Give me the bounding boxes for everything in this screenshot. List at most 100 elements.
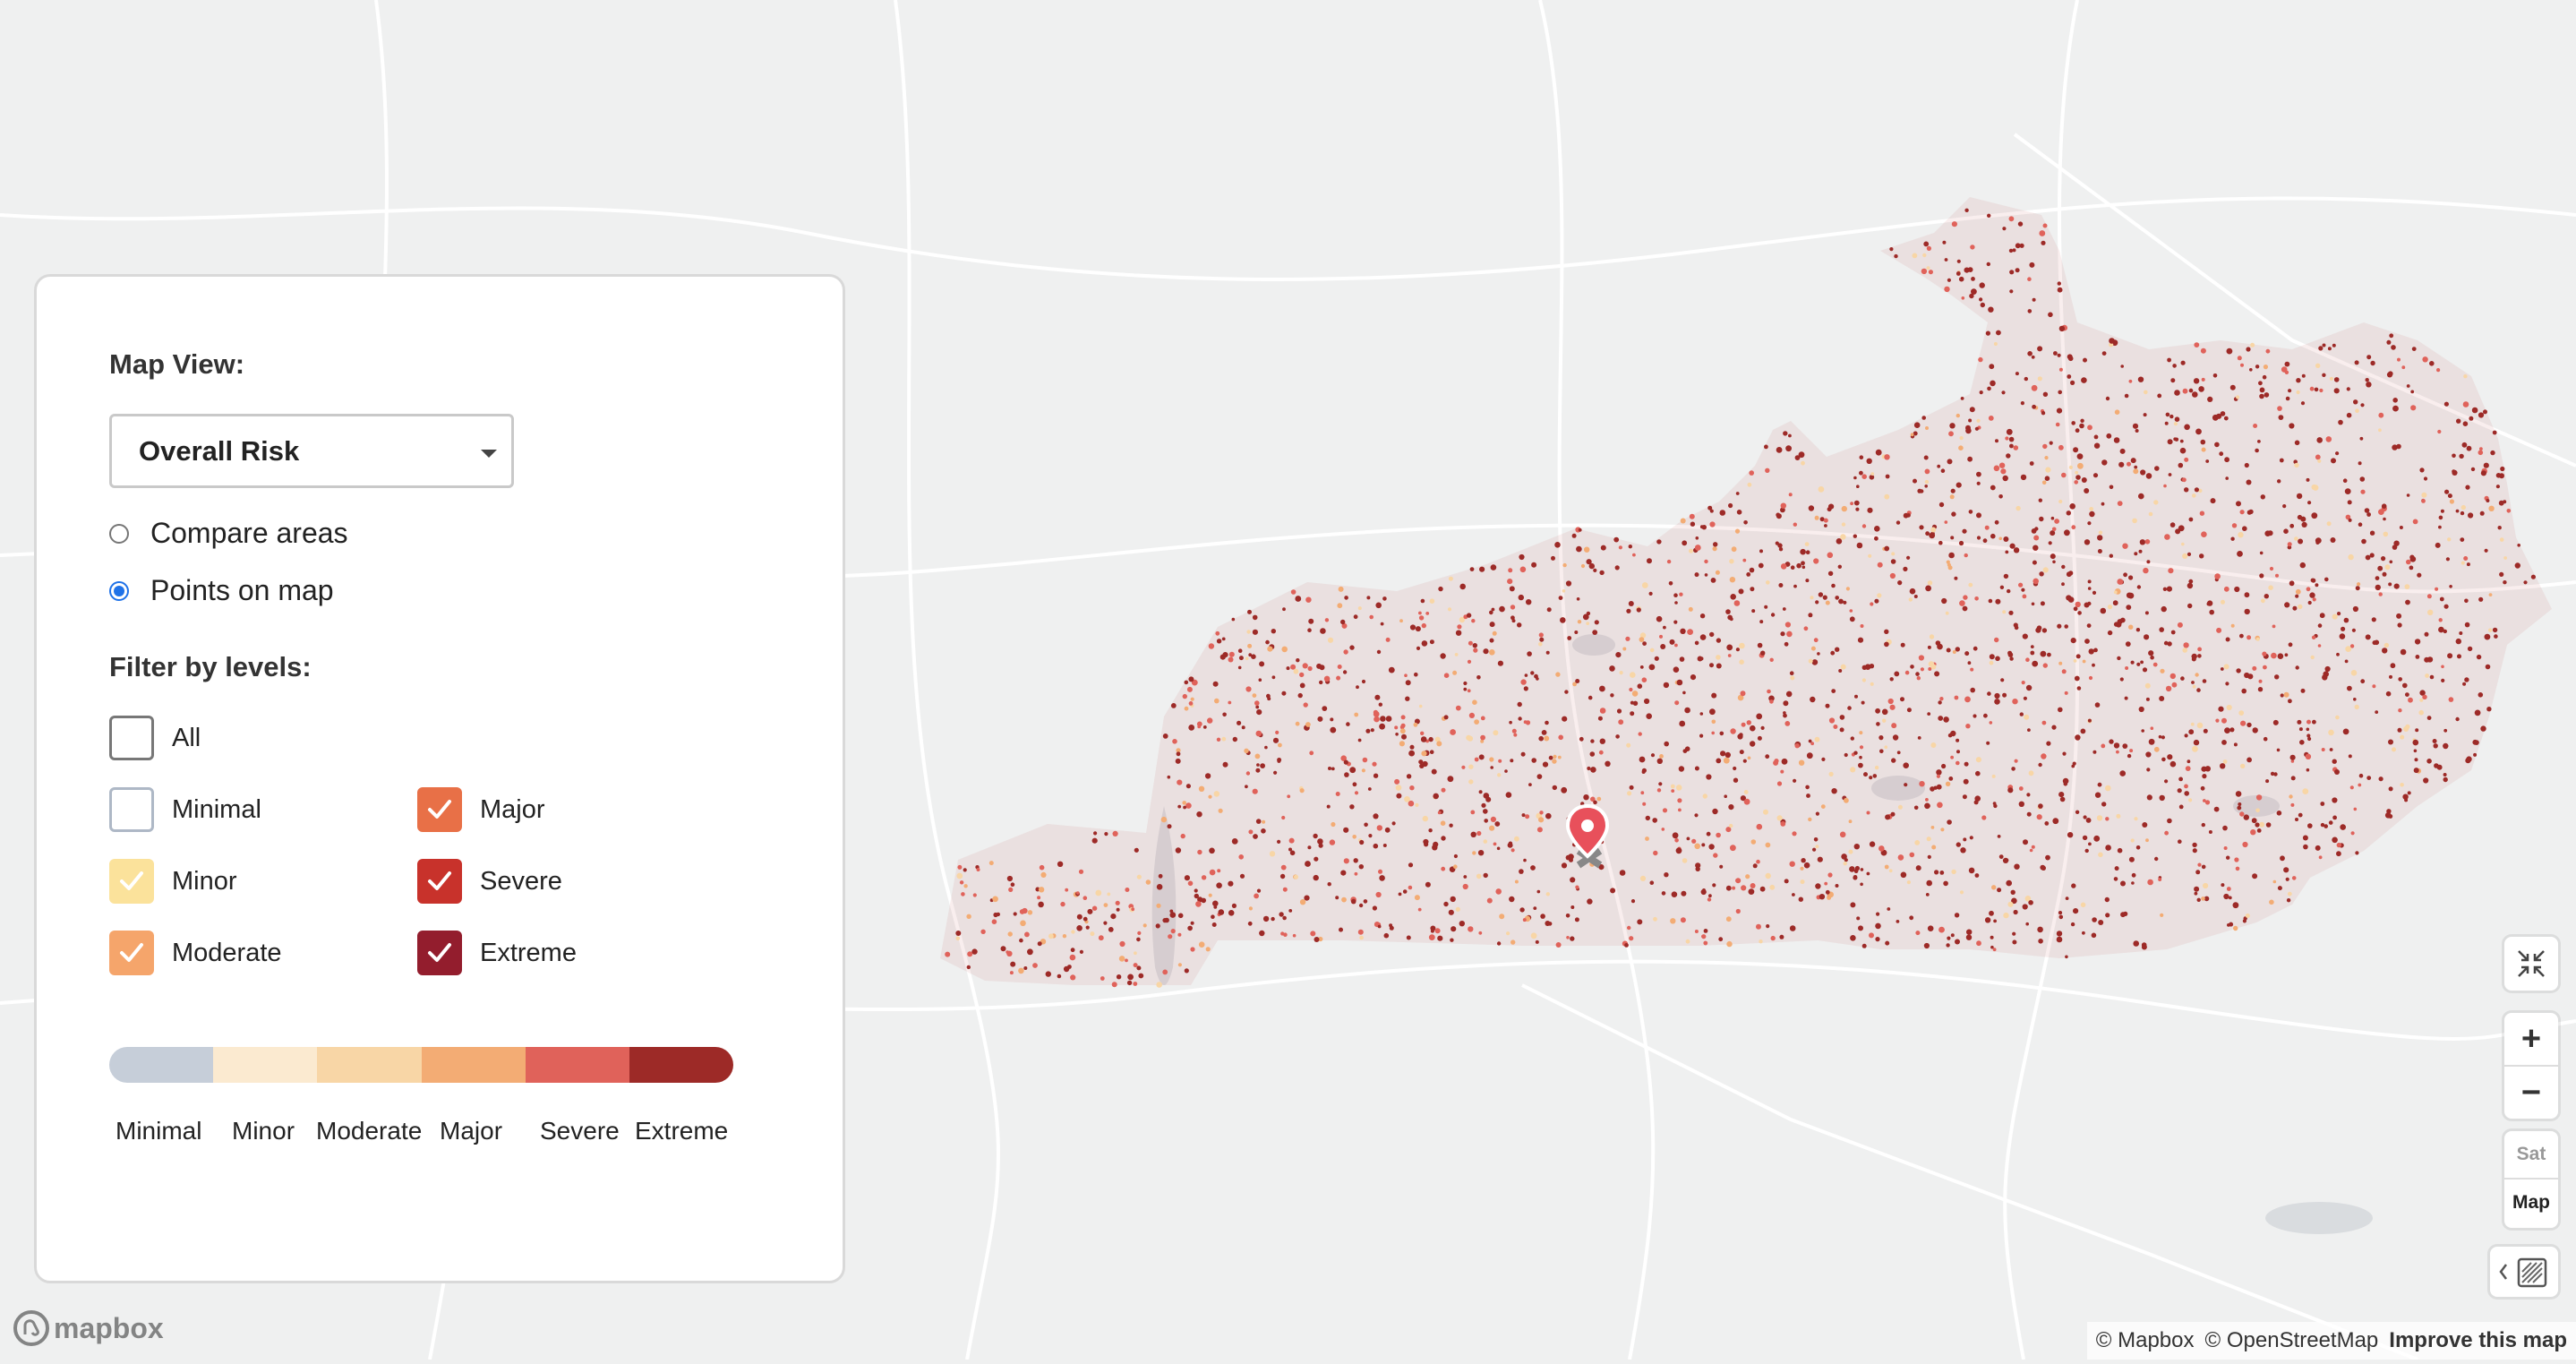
risk-point — [1783, 711, 1786, 715]
filter-minor[interactable]: Minor — [109, 859, 237, 904]
risk-point — [2263, 736, 2268, 742]
risk-point — [2459, 631, 2463, 635]
risk-point — [1349, 804, 1355, 810]
risk-point — [1479, 566, 1485, 572]
risk-point — [2126, 605, 2132, 610]
risk-point — [2154, 466, 2160, 471]
risk-point — [2005, 550, 2009, 554]
risk-point — [1716, 655, 1721, 660]
improve-map-link[interactable]: Improve this map — [2389, 1328, 2567, 1353]
style-map-button[interactable]: Map — [2504, 1180, 2558, 1226]
style-sat-button[interactable]: Sat — [2504, 1131, 2558, 1180]
radio-points-on-map[interactable]: Points on map — [109, 574, 334, 607]
risk-point — [2369, 530, 2375, 536]
risk-point — [1216, 737, 1221, 742]
risk-point — [1990, 485, 1996, 491]
risk-point — [1438, 586, 1443, 592]
risk-point — [2413, 749, 2418, 753]
risk-point — [1039, 864, 1045, 871]
risk-point — [1070, 948, 1075, 953]
collapse-fullscreen-button[interactable] — [2504, 937, 2558, 991]
risk-point — [2145, 838, 2149, 843]
radio-compare-areas[interactable]: Compare areas — [109, 517, 348, 550]
risk-point — [1184, 875, 1190, 881]
risk-point — [2250, 342, 2255, 347]
risk-point — [1616, 708, 1622, 714]
zoom-in-button[interactable]: + — [2504, 1013, 2558, 1067]
checkbox[interactable] — [109, 931, 154, 975]
risk-point — [1924, 802, 1930, 810]
risk-point — [2315, 454, 2321, 460]
risk-point — [2437, 429, 2442, 434]
risk-point — [2499, 571, 2504, 578]
risk-point — [2397, 727, 2402, 733]
risk-point — [1476, 830, 1482, 836]
checkbox[interactable] — [417, 787, 462, 832]
risk-point — [2340, 824, 2346, 830]
risk-point — [1362, 757, 1368, 763]
risk-point — [1038, 887, 1045, 893]
filter-all[interactable]: All — [109, 716, 201, 760]
risk-point — [1675, 785, 1682, 791]
risk-point — [1594, 620, 1599, 625]
risk-point — [1741, 722, 1746, 727]
risk-point — [1385, 637, 1391, 642]
risk-point — [1376, 825, 1383, 831]
attribution-osm-link[interactable]: © OpenStreetMap — [2205, 1328, 2379, 1353]
filter-moderate[interactable]: Moderate — [109, 931, 282, 975]
map-view-select[interactable]: Overall Risk — [109, 414, 514, 488]
radio-button[interactable] — [109, 580, 129, 601]
risk-point — [2037, 346, 2043, 352]
risk-point — [2118, 461, 2125, 468]
risk-point — [2152, 662, 2158, 667]
layers-toggle-button[interactable] — [2490, 1247, 2558, 1297]
checkbox[interactable] — [109, 787, 154, 832]
mapbox-logo[interactable]: mapbox — [13, 1309, 164, 1347]
risk-point — [2057, 353, 2061, 357]
risk-point — [2478, 596, 2484, 602]
risk-point — [1630, 672, 1636, 678]
checkbox[interactable] — [417, 859, 462, 904]
risk-point — [1913, 478, 1917, 484]
risk-point — [1839, 831, 1846, 838]
risk-point — [2466, 445, 2472, 451]
risk-point — [2065, 955, 2068, 959]
radio-button[interactable] — [109, 523, 129, 544]
checkbox[interactable] — [109, 716, 154, 760]
risk-point — [1749, 470, 1754, 476]
risk-point — [1853, 844, 1860, 850]
risk-point — [1554, 542, 1561, 548]
risk-point — [1989, 654, 1995, 660]
risk-point — [1509, 896, 1515, 903]
risk-point — [1801, 565, 1806, 570]
risk-point — [1742, 759, 1747, 763]
filter-major[interactable]: Major — [417, 787, 545, 832]
risk-point — [2221, 599, 2225, 605]
risk-point — [2093, 434, 2099, 440]
risk-point — [2316, 437, 2323, 443]
zoom-out-button[interactable]: − — [2504, 1067, 2558, 1119]
risk-point — [2470, 467, 2476, 472]
filter-minimal[interactable]: Minimal — [109, 787, 261, 832]
risk-point — [2105, 817, 2110, 821]
risk-point — [1590, 767, 1596, 773]
risk-point — [1810, 646, 1816, 651]
risk-point — [2292, 605, 2298, 611]
risk-point — [1855, 507, 1860, 511]
attribution-mapbox-link[interactable]: © Mapbox — [2096, 1328, 2195, 1353]
risk-point — [1879, 845, 1885, 852]
risk-point — [2247, 673, 2254, 680]
checkbox[interactable] — [109, 859, 154, 904]
risk-point — [1228, 700, 1232, 705]
risk-point — [1472, 851, 1476, 855]
filter-extreme[interactable]: Extreme — [417, 931, 577, 975]
risk-point — [2226, 347, 2233, 355]
risk-point — [2109, 553, 2113, 558]
risk-point — [1976, 481, 1981, 485]
risk-point — [955, 931, 962, 936]
filter-severe[interactable]: Severe — [417, 859, 562, 904]
risk-point — [1489, 825, 1495, 831]
risk-point — [1793, 522, 1798, 527]
checkbox[interactable] — [417, 931, 462, 975]
risk-point — [1733, 777, 1739, 783]
